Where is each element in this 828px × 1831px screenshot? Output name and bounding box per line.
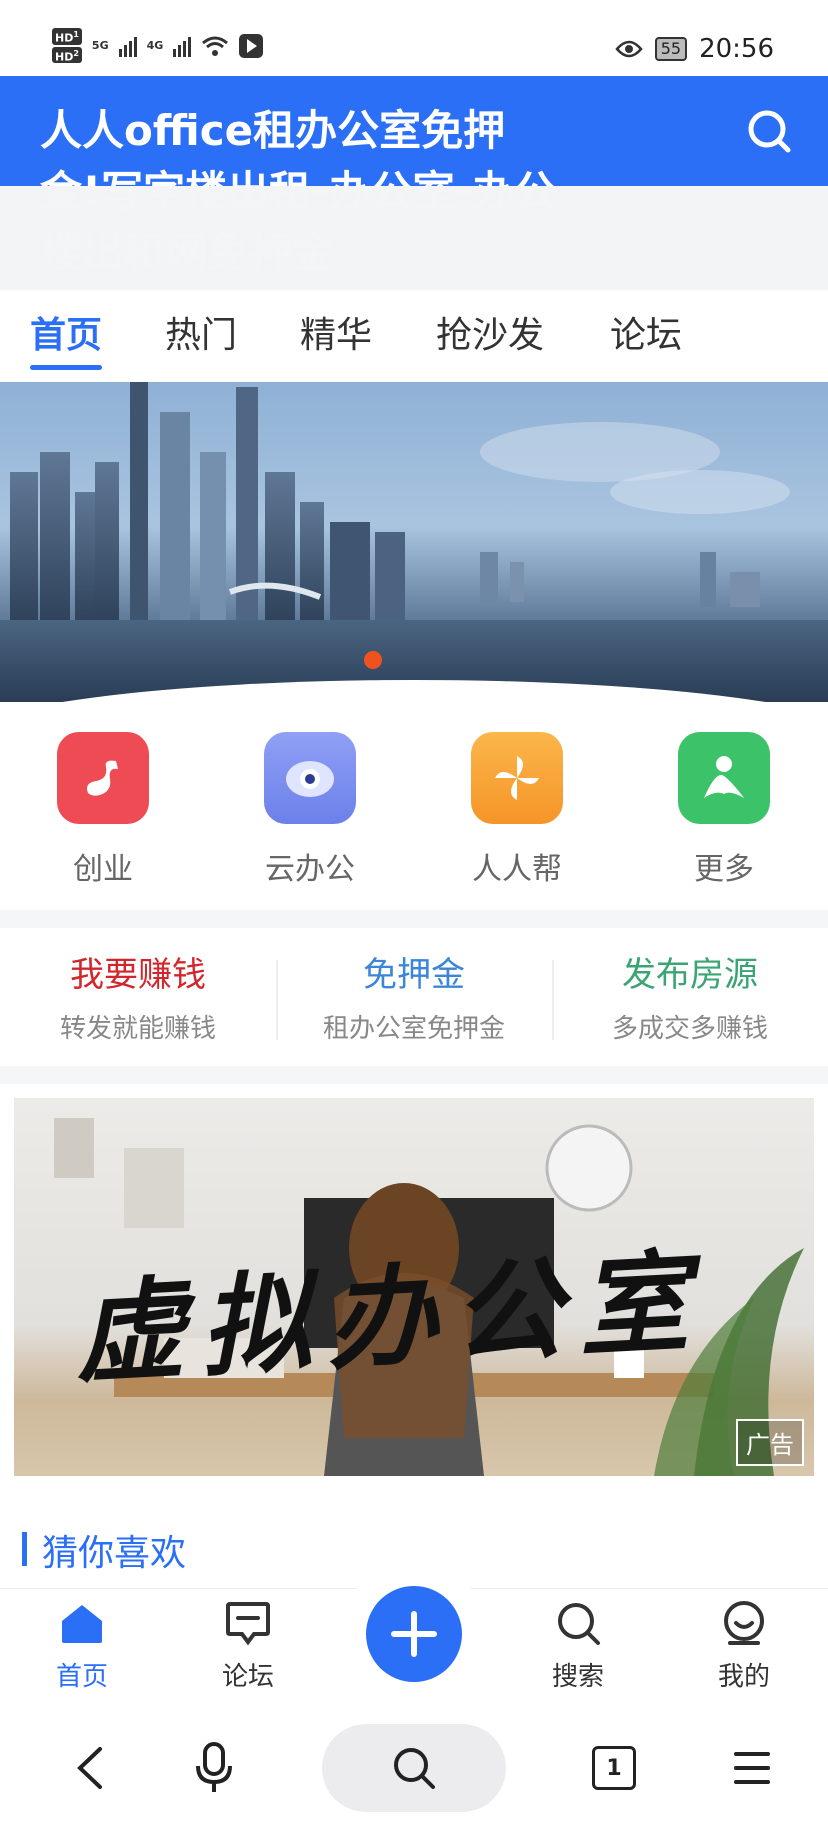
status-right: 55 20:56 bbox=[615, 34, 774, 64]
tab-home[interactable]: 首页 bbox=[30, 290, 103, 382]
nav-home[interactable]: 首页 bbox=[32, 1598, 132, 1693]
back-arrow-icon bbox=[77, 1747, 102, 1789]
ad-badge: 广告 bbox=[736, 1419, 804, 1466]
section-marker bbox=[22, 1532, 27, 1566]
nav-forum-label: 论坛 bbox=[221, 1662, 274, 1692]
promo-subtitle: 租办公室免押金 bbox=[322, 1014, 505, 1044]
pinwheel-icon bbox=[471, 732, 563, 824]
plus-icon bbox=[391, 1611, 437, 1657]
tab-forum[interactable]: 论坛 bbox=[610, 290, 682, 382]
search-icon bbox=[394, 1748, 435, 1789]
ad-banner[interactable]: 虚拟办公室 广告 bbox=[14, 1098, 814, 1476]
menu-icon bbox=[734, 1752, 770, 1784]
tab-bar: 首页 热门 精华 抢沙发 论坛 bbox=[0, 290, 828, 382]
nav-mine-label: 我的 bbox=[717, 1662, 770, 1692]
promo-post-listing[interactable]: 发布房源 多成交多赚钱 bbox=[552, 928, 828, 1066]
status-bar: HD1 HD2 5G 4G 55 20:56 bbox=[0, 0, 828, 76]
battery-icon: 55 bbox=[654, 37, 688, 61]
tab-sofa[interactable]: 抢沙发 bbox=[436, 290, 544, 382]
promo-subtitle: 多成交多赚钱 bbox=[611, 1014, 768, 1044]
chat-icon bbox=[198, 1598, 298, 1648]
header-search-button[interactable] bbox=[746, 108, 792, 154]
ad-text: 虚拟办公室 bbox=[71, 1236, 708, 1399]
network-type-2: 4G bbox=[146, 39, 164, 53]
microphone-icon bbox=[196, 1742, 232, 1792]
clock: 20:56 bbox=[699, 34, 774, 64]
quick-item-label: 更多 bbox=[694, 852, 754, 887]
promo-title: 发布房源 bbox=[622, 955, 758, 995]
back-button[interactable] bbox=[50, 1724, 130, 1812]
hd-indicators: HD1 HD2 bbox=[52, 28, 82, 64]
section-title: 猜你喜欢 bbox=[42, 1533, 187, 1574]
promo-earn-money[interactable]: 我要赚钱 转发就能赚钱 bbox=[0, 928, 276, 1066]
signal-group: HD1 HD2 5G 4G bbox=[52, 28, 264, 64]
carousel-indicator[interactable] bbox=[364, 651, 382, 669]
tab-count-icon: 1 bbox=[592, 1746, 636, 1790]
tab-hot[interactable]: 热门 bbox=[165, 290, 237, 382]
user-face-icon bbox=[694, 1598, 794, 1648]
quick-item-startup[interactable]: 创业 bbox=[38, 732, 168, 888]
menu-button[interactable] bbox=[712, 1724, 792, 1812]
hd-badge-2: HD2 bbox=[52, 46, 82, 64]
quick-item-more[interactable]: 更多 bbox=[659, 732, 789, 888]
quick-actions: 创业 云办公 人人帮 更多 bbox=[0, 702, 828, 910]
nav-search[interactable]: 搜索 bbox=[528, 1598, 628, 1693]
quick-item-help[interactable]: 人人帮 bbox=[452, 732, 582, 888]
banner-carousel[interactable] bbox=[0, 382, 828, 702]
eye-icon bbox=[615, 40, 643, 58]
search-icon bbox=[748, 110, 791, 153]
header-fade-overlay bbox=[0, 186, 828, 290]
signal-icon-1 bbox=[118, 35, 137, 57]
person-icon bbox=[678, 732, 770, 824]
home-icon bbox=[32, 1598, 132, 1648]
nav-arrow-icon bbox=[239, 33, 264, 58]
promo-title: 免押金 bbox=[363, 955, 465, 995]
search-icon bbox=[528, 1598, 628, 1648]
promo-row: 我要赚钱 转发就能赚钱 免押金 租办公室免押金 发布房源 多成交多赚钱 bbox=[0, 928, 828, 1066]
promo-no-deposit[interactable]: 免押金 租办公室免押金 bbox=[276, 928, 552, 1066]
quick-item-label: 人人帮 bbox=[472, 852, 562, 887]
ad-section: 虚拟办公室 广告 bbox=[0, 1084, 828, 1494]
browser-search-button[interactable] bbox=[322, 1724, 506, 1812]
add-post-button[interactable] bbox=[366, 1586, 462, 1682]
eye-cloud-icon bbox=[264, 732, 356, 824]
tab-featured[interactable]: 精华 bbox=[300, 290, 372, 382]
promo-subtitle: 转发就能赚钱 bbox=[59, 1014, 216, 1044]
tabs-button[interactable]: 1 bbox=[574, 1724, 654, 1812]
city-skyline-image bbox=[0, 382, 828, 702]
promo-title: 我要赚钱 bbox=[70, 955, 206, 995]
quick-item-label: 云办公 bbox=[265, 852, 355, 887]
music-note-icon bbox=[57, 732, 149, 824]
nav-mine[interactable]: 我的 bbox=[694, 1598, 794, 1693]
network-type-1: 5G bbox=[91, 39, 109, 53]
wifi-icon bbox=[202, 36, 229, 56]
nav-search-label: 搜索 bbox=[551, 1662, 604, 1692]
nav-home-label: 首页 bbox=[55, 1662, 108, 1692]
signal-icon-2 bbox=[173, 35, 192, 57]
nav-forum[interactable]: 论坛 bbox=[198, 1598, 298, 1693]
quick-item-cloud-office[interactable]: 云办公 bbox=[245, 732, 375, 888]
voice-button[interactable] bbox=[174, 1724, 254, 1812]
hd-badge-1: HD1 bbox=[52, 28, 82, 45]
quick-item-label: 创业 bbox=[73, 852, 133, 887]
